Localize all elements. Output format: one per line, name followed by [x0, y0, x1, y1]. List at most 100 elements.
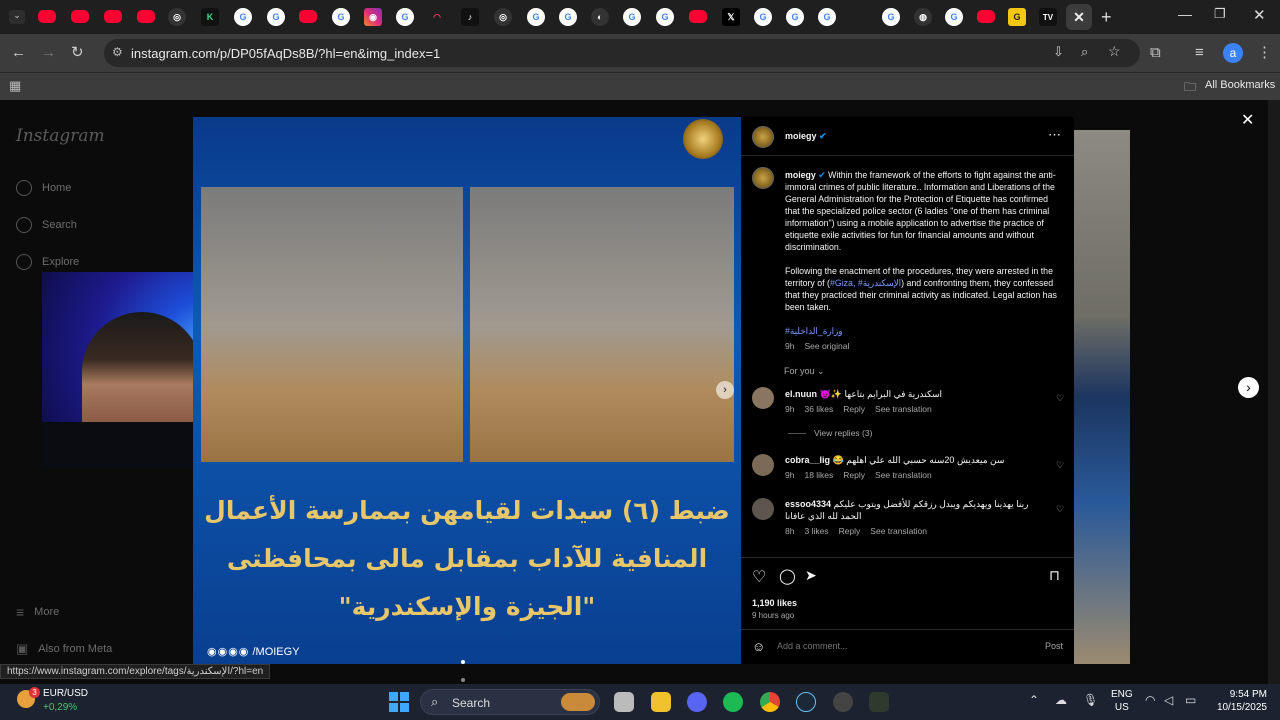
tab-youtube-5[interactable]: [299, 10, 317, 23]
view-replies-link[interactable]: View replies (3): [788, 428, 872, 438]
sidebar-item-search[interactable]: Search: [16, 217, 77, 233]
cloud-icon[interactable]: ☁: [1055, 693, 1067, 707]
comment-avatar[interactable]: [752, 498, 774, 520]
tab-youtube-2[interactable]: [71, 10, 89, 23]
obs-icon[interactable]: [833, 692, 853, 712]
language-indicator[interactable]: ENG US: [1111, 688, 1133, 714]
reply-button[interactable]: Reply: [843, 470, 865, 480]
app-icon[interactable]: [869, 692, 889, 712]
bookmark-star-icon[interactable]: ☆: [1108, 43, 1121, 60]
comment-avatar[interactable]: [752, 387, 774, 409]
url-text[interactable]: instagram.com/p/DP05fAqDs8B/?hl=en&img_i…: [131, 46, 440, 61]
file-explorer-icon[interactable]: [651, 692, 671, 712]
reply-button[interactable]: Reply: [839, 526, 861, 536]
emoji-icon[interactable]: ☺: [752, 639, 765, 654]
wifi-icon[interactable]: ◠: [1145, 693, 1155, 707]
tab-google-12[interactable]: G: [882, 8, 900, 26]
tab-chrome[interactable]: ◎: [494, 8, 512, 26]
instagram-logo[interactable]: Instagram: [16, 126, 105, 146]
tab-google-8[interactable]: G: [656, 8, 674, 26]
profile-avatar[interactable]: a: [1223, 43, 1243, 63]
discord-icon[interactable]: [687, 692, 707, 712]
add-comment-input[interactable]: [777, 639, 1027, 653]
sidebar-item-explore[interactable]: Explore: [16, 254, 79, 270]
sidebar-item-more[interactable]: ≡ More: [16, 604, 59, 620]
site-info-icon[interactable]: ⚙: [112, 45, 123, 59]
extensions-icon[interactable]: ⧉: [1150, 44, 1161, 62]
tab-search-dropdown[interactable]: ⌄: [9, 10, 25, 24]
tab-google-4[interactable]: G: [396, 8, 414, 26]
author-avatar[interactable]: [752, 126, 774, 148]
comment-icon[interactable]: ◯: [779, 567, 796, 585]
post-image[interactable]: › ضبط (٦) سيدات لقيامهن بممارسة الأعمال …: [193, 117, 741, 682]
close-window-icon[interactable]: ✕: [1253, 6, 1266, 24]
like-comment-icon[interactable]: ♡: [1056, 504, 1064, 515]
zoom-icon[interactable]: ⌕: [1081, 44, 1088, 60]
tab-google-10[interactable]: G: [786, 8, 804, 26]
next-image-chevron-icon[interactable]: ›: [716, 381, 734, 399]
chrome-icon[interactable]: [760, 692, 780, 712]
steam-icon[interactable]: [796, 692, 816, 712]
windows-start-icon[interactable]: [389, 692, 409, 712]
caption-username[interactable]: moiegy: [785, 170, 816, 180]
tab-x[interactable]: 𝕏: [722, 8, 740, 26]
next-post-chevron-icon[interactable]: ›: [1238, 377, 1259, 398]
restore-window-icon[interactable]: ❐: [1214, 6, 1226, 22]
comment-avatar[interactable]: [752, 454, 774, 476]
comment-username[interactable]: cobra__lig: [785, 455, 830, 465]
tab-google-5[interactable]: G: [527, 8, 545, 26]
tab-google-6[interactable]: G: [559, 8, 577, 26]
tab-youtube-3[interactable]: [104, 10, 122, 23]
all-bookmarks-link[interactable]: All Bookmarks: [1205, 79, 1275, 91]
tab-google-9[interactable]: G: [754, 8, 772, 26]
tab-grammarly[interactable]: G: [1008, 8, 1026, 26]
likes-count[interactable]: 1,190 likes: [752, 598, 797, 608]
clock[interactable]: 9:54 PM 10/15/2025: [1207, 688, 1267, 714]
minimize-window-icon[interactable]: —: [1178, 6, 1192, 22]
comment-username[interactable]: el.nuun: [785, 389, 817, 399]
reload-icon[interactable]: ↻: [71, 44, 84, 62]
close-modal-icon[interactable]: ✕: [1241, 110, 1254, 130]
spotify-icon[interactable]: [723, 692, 743, 712]
browser-menu-icon[interactable]: ⋮: [1257, 44, 1272, 62]
tab-kick[interactable]: K: [201, 8, 219, 26]
post-options-icon[interactable]: ⋯: [1048, 127, 1061, 143]
tab-google-13[interactable]: G: [945, 8, 963, 26]
forward-arrow-icon[interactable]: →: [41, 44, 56, 62]
tab-youtube-1[interactable]: [38, 10, 56, 23]
tab-tiktok[interactable]: ♪: [461, 8, 479, 26]
tab-google-7[interactable]: G: [623, 8, 641, 26]
caption-hashtag-links[interactable]: #Giza, #الإسكندرية: [830, 278, 901, 288]
install-app-icon[interactable]: ⇩: [1053, 44, 1064, 60]
apps-grid-icon[interactable]: ▦: [9, 78, 21, 94]
like-comment-icon[interactable]: ♡: [1056, 393, 1064, 404]
page-scrollbar[interactable]: [1268, 100, 1280, 684]
ticker-symbol[interactable]: EUR/USD: [43, 688, 88, 699]
microphone-icon[interactable]: 🎙: [1083, 693, 1098, 707]
tab-google-3[interactable]: G: [332, 8, 350, 26]
tab-instagram-1[interactable]: ◉: [364, 8, 382, 26]
tab-globe[interactable]: ◍: [914, 8, 932, 26]
tab-chatgpt[interactable]: ◎: [168, 8, 186, 26]
back-arrow-icon[interactable]: ←: [11, 44, 26, 62]
see-translation-link[interactable]: See translation: [875, 470, 932, 480]
caption-avatar[interactable]: [752, 167, 774, 189]
sidebar-item-home[interactable]: Home: [16, 180, 71, 196]
see-original-link[interactable]: See original: [804, 341, 849, 351]
tab-google-11[interactable]: G: [818, 8, 836, 26]
volume-icon[interactable]: ◁: [1164, 693, 1173, 707]
comment-username[interactable]: essoo4334: [785, 499, 831, 509]
battery-icon[interactable]: ▭: [1185, 693, 1196, 707]
tab-loading[interactable]: ◠: [428, 8, 446, 26]
caption-hashtag-ministry[interactable]: #وزارة_الداخلية: [785, 325, 1060, 337]
tab-youtube-4[interactable]: [137, 10, 155, 23]
close-tab-icon[interactable]: ✕: [1066, 4, 1092, 30]
share-icon[interactable]: ➤: [805, 567, 817, 584]
for-you-filter[interactable]: For you ⌄: [784, 366, 825, 377]
tab-youtube-7[interactable]: [977, 10, 995, 23]
see-translation-link[interactable]: See translation: [875, 404, 932, 414]
reply-button[interactable]: Reply: [843, 404, 865, 414]
address-bar[interactable]: ⚙ instagram.com/p/DP05fAqDs8B/?hl=en&img…: [104, 39, 1140, 67]
like-post-icon[interactable]: ♡: [752, 567, 766, 587]
post-comment-button[interactable]: Post: [1045, 641, 1063, 651]
